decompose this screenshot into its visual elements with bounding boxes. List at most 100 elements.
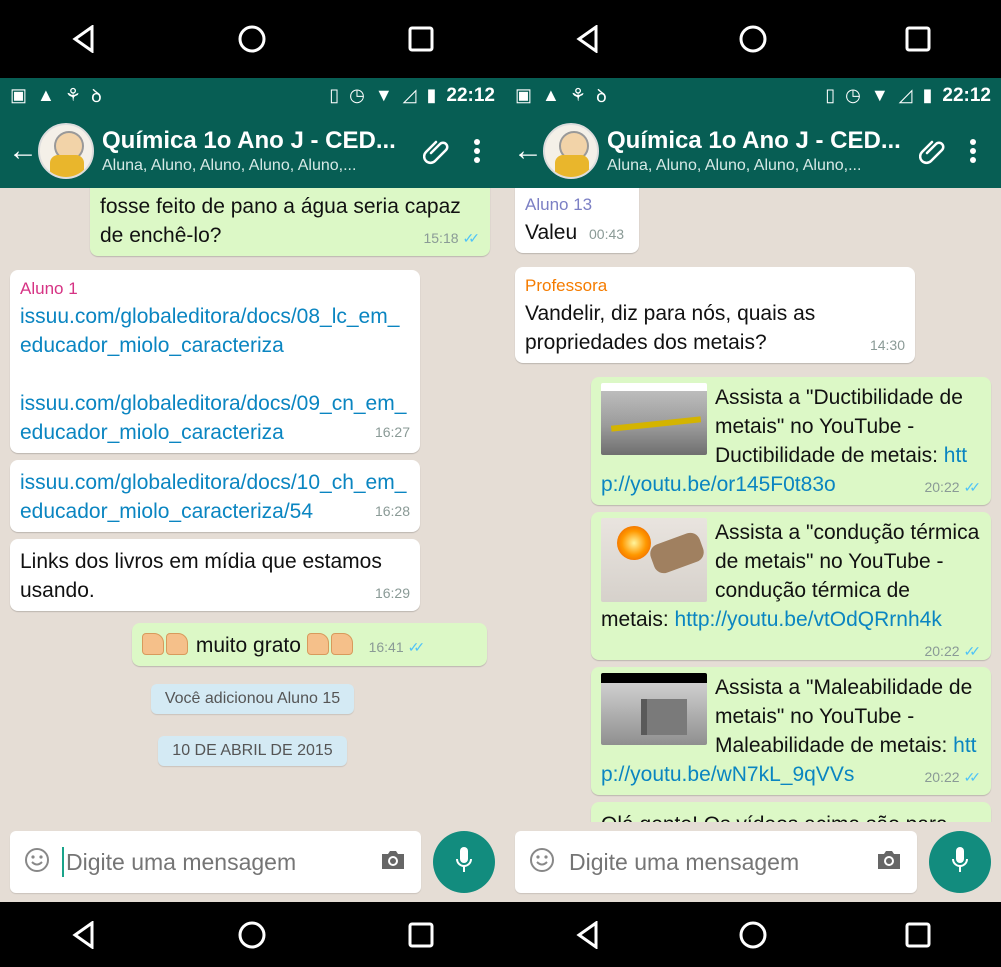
message-text: Olá gente! Os vídeos acima são para ajud… xyxy=(601,813,948,822)
chat-header: ← Química 1o Ano J - CED... Aluna, Aluno… xyxy=(505,113,1001,188)
message-text: Valeu xyxy=(525,221,578,244)
composer-bar xyxy=(0,822,505,902)
message-outgoing[interactable]: muito grato 16:41 ✓✓ xyxy=(132,623,487,666)
message-time: 14:30 xyxy=(869,337,905,353)
chat-header: ← Química 1o Ano J - CED... Aluna, Aluno… xyxy=(0,113,505,188)
more-vert-icon[interactable] xyxy=(457,138,497,164)
nav-home-icon[interactable] xyxy=(723,19,783,59)
emoji-icon[interactable] xyxy=(529,847,555,878)
app-notification-icon: ꝺ xyxy=(595,85,607,106)
message-input[interactable] xyxy=(569,848,875,876)
chat-title: Química 1o Ano J - CED... xyxy=(102,126,396,154)
signal-icon: ◿ xyxy=(402,85,417,105)
nav-recents-icon[interactable] xyxy=(888,915,948,955)
signal-icon: ◿ xyxy=(898,85,913,105)
mic-button[interactable] xyxy=(433,831,495,893)
message-sender: Professora xyxy=(525,276,608,295)
image-notification-icon: ▣ xyxy=(515,85,533,105)
status-time: 22:12 xyxy=(446,84,495,106)
chat-participants: Aluna, Aluno, Aluno, Aluno, Aluno,... xyxy=(607,156,862,174)
message-outgoing-video-link[interactable]: Assista a "Ductibilidade de metais" no Y… xyxy=(591,377,991,505)
read-ticks-icon: ✓✓ xyxy=(963,769,982,785)
message-outgoing[interactable]: Olá gente! Os vídeos acima são para ajud… xyxy=(591,802,991,822)
message-outgoing-video-link[interactable]: Assista a "condução térmica de metais" n… xyxy=(591,512,991,660)
chat-title-area[interactable]: Química 1o Ano J - CED... Aluna, Aluno, … xyxy=(102,127,417,175)
message-link[interactable]: issuu.com/globaleditora/docs/09_cn_em_ed… xyxy=(20,389,410,447)
message-incoming[interactable]: Aluno 1 issuu.com/globaleditora/docs/08_… xyxy=(10,270,420,453)
thumbs-up-emoji-icon xyxy=(166,633,188,655)
group-avatar[interactable] xyxy=(38,122,94,179)
status-bar: ▣ ▲ ⚘ ꝺ ▯ ◷ ▼ ◿ ▮ 22:12 xyxy=(505,78,1001,113)
message-time: 16:41 xyxy=(368,639,404,655)
vibrate-icon: ▯ xyxy=(825,85,836,105)
chat-title-area[interactable]: Química 1o Ano J - CED... Aluna, Aluno, … xyxy=(607,127,913,175)
alarm-icon: ◷ xyxy=(349,85,365,105)
paperclip-icon[interactable] xyxy=(913,137,953,165)
message-link[interactable]: issuu.com/globaleditora/docs/08_lc_em_ed… xyxy=(20,302,410,360)
chat-title: Química 1o Ano J - CED... xyxy=(607,126,901,154)
nav-home-icon[interactable] xyxy=(222,19,282,59)
nav-home-icon[interactable] xyxy=(723,915,783,955)
camera-icon[interactable] xyxy=(379,848,407,877)
warning-icon: ▲ xyxy=(37,85,55,105)
nav-recents-icon[interactable] xyxy=(888,19,948,59)
vibrate-icon: ▯ xyxy=(329,85,340,105)
nav-home-icon[interactable] xyxy=(222,915,282,955)
image-notification-icon: ▣ xyxy=(10,85,28,105)
back-arrow-icon[interactable]: ← xyxy=(513,135,543,166)
back-arrow-icon[interactable]: ← xyxy=(8,135,38,166)
message-text: Assista a "Ductibilidade de metais" no Y… xyxy=(715,386,963,467)
battery-icon: ▮ xyxy=(922,85,933,105)
message-link[interactable]: issuu.com/globaleditora/docs/10_ch_em_ed… xyxy=(20,468,410,526)
message-input-box[interactable] xyxy=(10,831,421,893)
message-list[interactable]: Aluno 13 Valeu 00:43 Professora Vandelir… xyxy=(505,188,1001,822)
text-cursor xyxy=(62,847,64,877)
top-nav-bar xyxy=(0,0,505,78)
message-incoming[interactable]: Aluno 13 Valeu 00:43 xyxy=(515,188,639,253)
mic-icon xyxy=(454,845,474,880)
message-time: 16:27 xyxy=(374,424,410,440)
message-input[interactable] xyxy=(66,848,379,876)
video-thumbnail[interactable] xyxy=(601,383,707,455)
message-outgoing-video-link[interactable]: Assista a "Maleabilidade de metais" no Y… xyxy=(591,667,991,795)
message-link[interactable]: http://youtu.be/vtOdQRrnh4k xyxy=(675,608,942,631)
right-phone-screen: ▣ ▲ ⚘ ꝺ ▯ ◷ ▼ ◿ ▮ 22:12 ← Química 1o Ano… xyxy=(505,0,1001,967)
video-thumbnail[interactable] xyxy=(601,673,707,745)
mic-button[interactable] xyxy=(929,831,991,893)
nav-recents-icon[interactable] xyxy=(391,915,451,955)
top-nav-bar xyxy=(505,0,1001,78)
running-icon: ⚘ xyxy=(569,85,586,105)
bottom-nav-bar xyxy=(0,902,505,967)
camera-icon[interactable] xyxy=(875,848,903,877)
thumbs-up-emoji-icon xyxy=(330,633,353,655)
paperclip-icon[interactable] xyxy=(417,137,457,165)
video-thumbnail[interactable] xyxy=(601,518,707,602)
status-bar: ▣ ▲ ⚘ ꝺ ▯ ◷ ▼ ◿ ▮ 22:12 xyxy=(0,78,505,113)
composer-bar xyxy=(505,822,1001,902)
message-time: 20:22 xyxy=(924,479,960,495)
nav-recents-icon[interactable] xyxy=(391,19,451,59)
mic-icon xyxy=(950,845,970,880)
emoji-icon[interactable] xyxy=(24,847,50,878)
alarm-icon: ◷ xyxy=(845,85,861,105)
message-text: Links dos livros em mídia que estamos us… xyxy=(20,550,382,602)
nav-back-icon[interactable] xyxy=(558,19,618,59)
message-incoming[interactable]: Professora Vandelir, diz para nós, quais… xyxy=(515,267,915,363)
nav-back-icon[interactable] xyxy=(54,915,114,955)
message-time: 20:22 xyxy=(924,643,960,659)
message-input-box[interactable] xyxy=(515,831,917,893)
message-incoming[interactable]: issuu.com/globaleditora/docs/10_ch_em_ed… xyxy=(10,460,420,532)
more-vert-icon[interactable] xyxy=(953,138,993,164)
wifi-icon: ▼ xyxy=(870,85,889,105)
nav-back-icon[interactable] xyxy=(54,19,114,59)
group-avatar[interactable] xyxy=(543,122,599,179)
message-sender: Aluno 13 xyxy=(525,195,593,214)
message-text: Assista a "Maleabilidade de metais" no Y… xyxy=(715,676,973,757)
thumbs-up-emoji-icon xyxy=(306,633,329,655)
message-time: 16:29 xyxy=(374,585,410,601)
message-list[interactable]: fosse feito de pano a água seria capaz d… xyxy=(0,188,505,822)
message-incoming[interactable]: Links dos livros em mídia que estamos us… xyxy=(10,539,420,611)
nav-back-icon[interactable] xyxy=(558,915,618,955)
message-outgoing[interactable]: fosse feito de pano a água seria capaz d… xyxy=(90,188,490,256)
left-phone-screen: ▣ ▲ ⚘ ꝺ ▯ ◷ ▼ ◿ ▮ 22:12 ← Química 1o Ano… xyxy=(0,0,505,967)
